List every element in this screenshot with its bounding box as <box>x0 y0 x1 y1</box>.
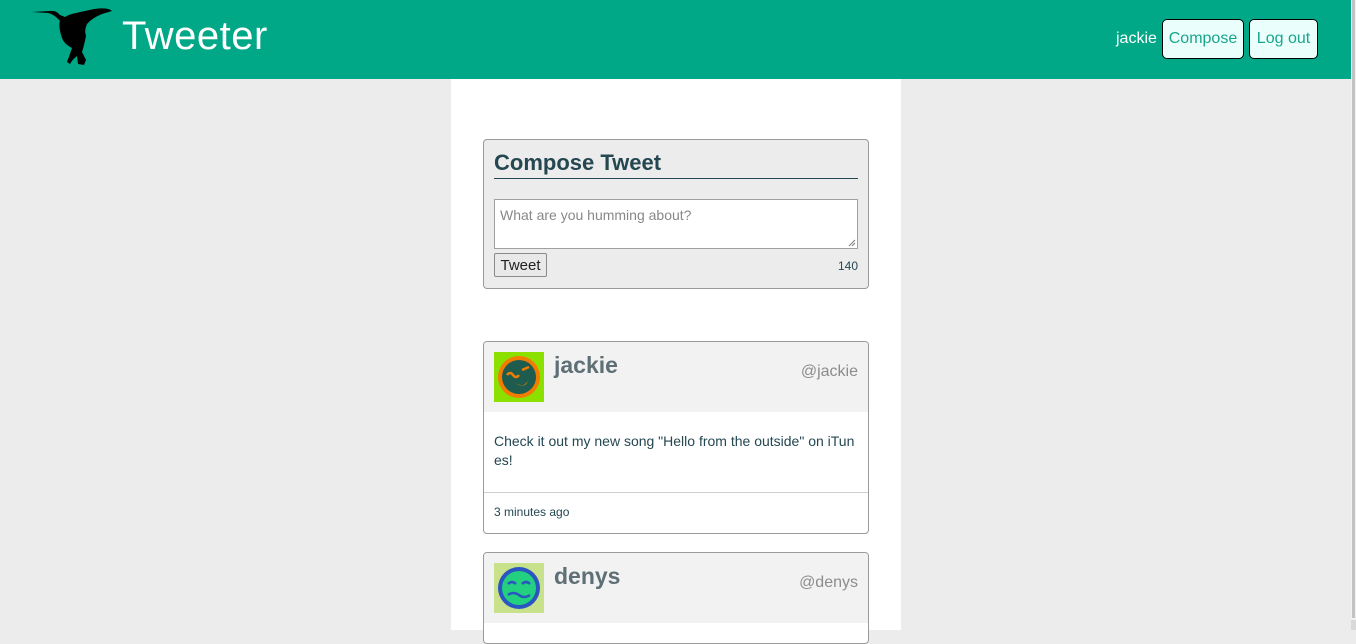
tweet-header: denys @denys <box>484 553 868 623</box>
tweet-author-name: jackie <box>554 352 618 378</box>
current-username: jackie <box>1116 30 1157 47</box>
hummingbird-icon <box>32 8 112 66</box>
compose-title: Compose Tweet <box>494 150 858 179</box>
app-brand[interactable]: Tweeter <box>122 14 268 59</box>
tweet-header: jackie @jackie <box>484 342 868 412</box>
user-avatar-icon <box>494 352 544 402</box>
user-avatar-icon <box>494 563 544 613</box>
tweet-author-handle: @denys <box>799 574 858 591</box>
tweet-text: Check it out my new song "Hello from the… <box>484 412 868 493</box>
scrollbar-thumb[interactable] <box>1352 0 1355 618</box>
top-navbar: Tweeter jackie Compose Log out <box>0 0 1351 79</box>
logout-button[interactable]: Log out <box>1249 19 1318 59</box>
tweet-card: jackie @jackie Check it out my new song … <box>483 341 869 534</box>
tweet-input[interactable] <box>494 199 858 249</box>
tweet-submit-button[interactable]: Tweet <box>494 253 547 277</box>
tweet-card: denys @denys <box>483 552 869 644</box>
tweet-footer: 3 minutes ago <box>484 493 868 533</box>
compose-tweet-section: Compose Tweet Tweet 140 <box>483 139 869 289</box>
character-counter: 140 <box>837 259 858 273</box>
scroll-down-arrow[interactable] <box>1351 620 1356 630</box>
tweet-author-name: denys <box>554 563 621 589</box>
tweet-timestamp: 3 minutes ago <box>494 505 570 519</box>
resize-grip-icon[interactable] <box>848 239 856 247</box>
tweet-author-handle: @jackie <box>800 363 858 380</box>
compose-button[interactable]: Compose <box>1162 19 1244 59</box>
